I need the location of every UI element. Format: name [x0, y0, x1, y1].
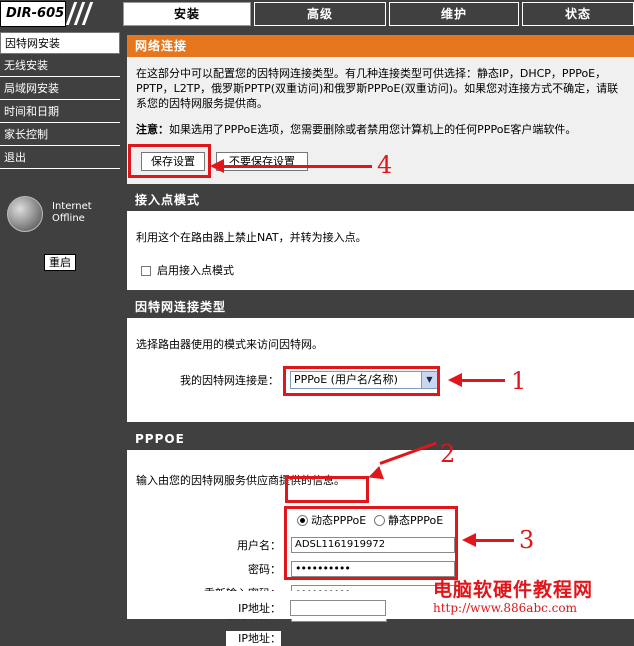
access-point-description: 利用这个在路由器上禁止NAT，并转为接入点。: [136, 231, 367, 244]
sidebar-item-time-date[interactable]: 时间和日期: [0, 101, 120, 123]
note-text: 如果选用了PPPoE选项，您需要删除或者禁用您计算机上的任何PPPoE客户端软件…: [169, 123, 577, 136]
sidebar-item-parental-control[interactable]: 家长控制: [0, 124, 120, 146]
sidebar: 因特网安装 无线安装 局域网安装 时间和日期 家长控制 退出 Internet …: [0, 28, 121, 619]
note-label: 注意：: [136, 123, 169, 136]
connection-type-label: 我的因特网连接是：: [180, 374, 279, 387]
internet-status-label: Internet: [52, 201, 92, 212]
connection-type-description: 选择路由器使用的模式来访问因特网。: [136, 338, 323, 351]
internet-status-value: Offline: [52, 213, 85, 224]
annotation-arrow-3: [474, 539, 514, 542]
annotation-box-save: [128, 144, 211, 178]
annotation-arrowhead-4: [210, 159, 224, 173]
password-label: 密码：: [248, 563, 281, 576]
sidebar-item-logout[interactable]: 退出: [0, 147, 120, 169]
annotation-number-2: 2: [440, 440, 456, 468]
pppoe-title: PPPOE: [127, 428, 634, 450]
dont-save-settings-button[interactable]: 不要保存设置: [216, 152, 308, 171]
tab-status[interactable]: 状态: [522, 2, 634, 26]
network-connection-title: 网络连接: [127, 35, 634, 57]
username-label: 用户名：: [237, 539, 281, 552]
tab-setup[interactable]: 安装: [123, 2, 251, 26]
annotation-arrowhead-1: [448, 373, 462, 387]
internet-status: Internet Offline: [52, 201, 92, 225]
tab-maintenance[interactable]: 维护: [389, 2, 519, 26]
annotation-arrowhead-3: [462, 533, 476, 547]
tab-advanced[interactable]: 高级: [254, 2, 386, 26]
annotation-number-4: 4: [377, 151, 393, 179]
access-point-checkbox-label: 启用接入点模式: [157, 264, 234, 277]
annotation-box-credentials: [284, 506, 458, 580]
ip-address-field[interactable]: [290, 600, 386, 616]
annotation-box-dynamic-pppoe: [285, 476, 369, 503]
annotation-number-1: 1: [511, 367, 527, 395]
top-navigation-bar: DIR-605 安装 高级 维护 状态: [0, 0, 634, 28]
pppoe-note: 注意：如果选用了PPPoE选项，您需要删除或者禁用您计算机上的任何PPPoE客户…: [136, 122, 631, 137]
internet-globe-icon: [7, 196, 43, 232]
ip-address-label: IP地址：: [226, 631, 281, 646]
sidebar-item-internet-setup[interactable]: 因特网安装: [0, 32, 120, 54]
connection-type-panel: 因特网连接类型 选择路由器使用的模式来访问因特网。 我的因特网连接是： PPPo…: [127, 296, 634, 422]
access-point-checkbox[interactable]: [141, 266, 151, 276]
access-point-panel: 接入点模式 利用这个在路由器上禁止NAT，并转为接入点。 启用接入点模式: [127, 189, 634, 290]
watermark-title: 电脑软硬件教程网: [433, 579, 594, 601]
access-point-title: 接入点模式: [127, 189, 634, 211]
sidebar-item-wireless-setup[interactable]: 无线安装: [0, 55, 120, 77]
watermark-url: http://www.886abc.com: [433, 601, 577, 615]
description-line: 在这部分中可以配置您的因特网连接类型。有几种连接类型可供选择：静态IP，DHCP…: [136, 67, 607, 80]
sidebar-item-lan-setup[interactable]: 局域网安装: [0, 78, 120, 100]
annotation-arrow-1: [460, 379, 505, 382]
annotation-number-3: 3: [519, 526, 535, 554]
connection-type-title: 因特网连接类型: [127, 296, 634, 318]
network-connection-description: 在这部分中可以配置您的因特网连接类型。有几种连接类型可供选择：静态IP，DHCP…: [136, 66, 631, 111]
reboot-button[interactable]: 重启: [44, 254, 76, 271]
dir-605-logo: DIR-605: [0, 1, 66, 27]
description-line: 系您的因特网服务提供商。: [136, 97, 268, 110]
annotation-arrow-4: [222, 165, 372, 168]
ip-address-label: IP地址：: [238, 602, 281, 615]
annotation-box-connection-type: [283, 366, 440, 396]
description-line: PPTP，L2TP，俄罗斯PPTP(双重访问)和俄罗斯PPPoE(双重访问)。如…: [136, 82, 619, 95]
